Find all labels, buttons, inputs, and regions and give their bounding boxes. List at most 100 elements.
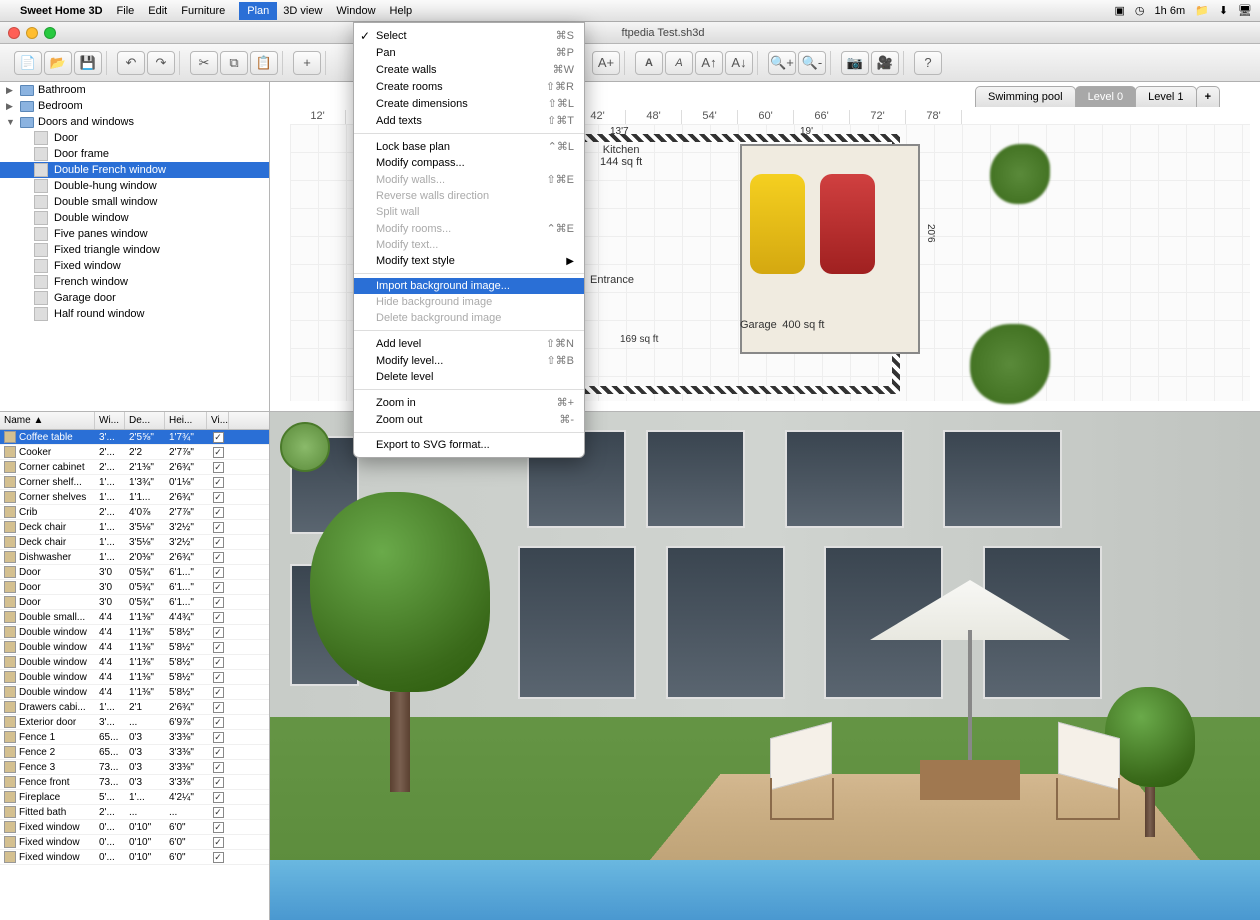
menu-help[interactable]: Help [390,5,413,17]
display-icon[interactable]: 🖥 [1238,4,1252,17]
tab-level-0[interactable]: Level 0 [1075,86,1136,107]
table-row[interactable]: Double window4'41'1⅜"5'8½"✓ [0,670,269,685]
paste-button[interactable]: 📋 [250,51,278,75]
zoom-in-button[interactable]: 🔍+ [768,51,796,75]
table-row[interactable]: Double small...4'41'1⅜"4'4¾"✓ [0,610,269,625]
table-row[interactable]: Double window4'41'1⅜"5'8½"✓ [0,640,269,655]
table-row[interactable]: Fixed window0'...0'10"6'0"✓ [0,820,269,835]
catalog-item[interactable]: Fixed triangle window [0,242,269,258]
table-row[interactable]: Drawers cabi...1'...2'12'6¾"✓ [0,700,269,715]
folder-icon[interactable]: 📁 [1195,4,1209,17]
menu-item[interactable]: Export to SVG format... [354,437,584,453]
car-red[interactable] [820,174,875,274]
table-header[interactable]: Name ▲ Wi... De... Hei... Vi... [0,412,269,430]
menu-item[interactable]: Modify level...⇧⌘B [354,352,584,369]
menu-edit[interactable]: Edit [148,5,167,17]
redo-button[interactable]: ↷ [147,51,175,75]
3d-view[interactable] [270,412,1260,920]
col-visible[interactable]: Vi... [207,412,229,429]
menu-item[interactable]: Pan⌘P [354,44,584,61]
cut-button[interactable]: ✂ [190,51,218,75]
menu-item[interactable]: Add texts⇧⌘T [354,112,584,129]
catalog-folder[interactable]: ▶Bedroom [0,98,269,114]
menu-3dview[interactable]: 3D view [283,5,322,17]
table-row[interactable]: Coffee table3'...2'5⅝"1'7¾"✓ [0,430,269,445]
catalog-folder[interactable]: ▶Bathroom [0,82,269,98]
table-row[interactable]: Exterior door3'......6'9⅞"✓ [0,715,269,730]
app-name[interactable]: Sweet Home 3D [20,5,103,17]
menu-item[interactable]: Create dimensions⇧⌘L [354,95,584,112]
help-button[interactable]: ? [914,51,942,75]
menu-item[interactable]: Zoom in⌘+ [354,394,584,411]
table-row[interactable]: Double window4'41'1⅜"5'8½"✓ [0,655,269,670]
catalog-item[interactable]: Garage door [0,290,269,306]
table-row[interactable]: Deck chair1'...3'5⅛"3'2½"✓ [0,535,269,550]
table-row[interactable]: Double window4'41'1⅜"5'8½"✓ [0,685,269,700]
menu-item[interactable]: Import background image... [354,278,584,294]
catalog-item[interactable]: Double French window [0,162,269,178]
table-row[interactable]: Crib2'...4'0⅞2'7⅞"✓ [0,505,269,520]
menu-item[interactable]: Create rooms⇧⌘R [354,78,584,95]
menu-item[interactable]: Modify text style▶ [354,253,584,269]
table-row[interactable]: Cooker2'...2'22'7⅞"✓ [0,445,269,460]
catalog-item[interactable]: Fixed window [0,258,269,274]
tree-plan-1[interactable] [990,144,1050,204]
table-row[interactable]: Corner shelves1'...1'1...2'6¾"✓ [0,490,269,505]
car-yellow[interactable] [750,174,805,274]
table-row[interactable]: Double window4'41'1⅜"5'8½"✓ [0,625,269,640]
catalog-item[interactable]: French window [0,274,269,290]
clock-icon[interactable]: ◷ [1135,4,1145,17]
nav-compass[interactable] [280,422,330,472]
table-row[interactable]: Door3'00'5¾"6'1..."✓ [0,565,269,580]
add-text-button[interactable]: A+ [592,51,620,75]
table-row[interactable]: Fence 165...0'33'3⅜"✓ [0,730,269,745]
col-depth[interactable]: De... [125,412,165,429]
menu-item[interactable]: Create walls⌘W [354,61,584,78]
new-button[interactable]: 📄 [14,51,42,75]
photo-button[interactable]: 📷 [841,51,869,75]
menu-window[interactable]: Window [336,5,375,17]
menu-item[interactable]: Modify compass... [354,155,584,171]
bold-button[interactable]: A [635,51,663,75]
zoom-window-button[interactable] [44,27,56,39]
menu-item[interactable]: Select⌘S [354,27,584,44]
catalog-item[interactable]: Five panes window [0,226,269,242]
table-row[interactable]: Door3'00'5¾"6'1..."✓ [0,595,269,610]
table-row[interactable]: Deck chair1'...3'5⅛"3'2½"✓ [0,520,269,535]
col-height[interactable]: Hei... [165,412,207,429]
catalog-item[interactable]: Door frame [0,146,269,162]
tab-level-1[interactable]: Level 1 [1135,86,1196,107]
menu-furniture[interactable]: Furniture [181,5,225,17]
table-row[interactable]: Fence front73...0'33'3⅜"✓ [0,775,269,790]
table-row[interactable]: Fixed window0'...0'10"6'0"✓ [0,835,269,850]
table-row[interactable]: Door3'00'5¾"6'1..."✓ [0,580,269,595]
menu-item[interactable]: Delete level [354,369,584,385]
terminal-icon[interactable]: ▣ [1115,4,1125,17]
font-smaller-button[interactable]: A↓ [725,51,753,75]
table-row[interactable]: Fence 373...0'33'3⅜"✓ [0,760,269,775]
table-row[interactable]: Corner shelf...1'...1'3¾"0'1⅛"✓ [0,475,269,490]
col-name[interactable]: Name ▲ [0,412,95,429]
table-row[interactable]: Fitted bath2'.........✓ [0,805,269,820]
zoom-out-button[interactable]: 🔍- [798,51,826,75]
table-row[interactable]: Dishwasher1'...2'0⅜"2'6¾"✓ [0,550,269,565]
minimize-window-button[interactable] [26,27,38,39]
table-row[interactable]: Fence 265...0'33'3⅜"✓ [0,745,269,760]
close-window-button[interactable] [8,27,20,39]
undo-button[interactable]: ↶ [117,51,145,75]
copy-button[interactable]: ⧉ [220,51,248,75]
tree-plan-2[interactable] [970,324,1050,404]
menu-item[interactable]: Zoom out⌘- [354,411,584,428]
add-level-button[interactable]: + [1196,86,1220,107]
table-row[interactable]: Corner cabinet2'...2'1⅜"2'6¾"✓ [0,460,269,475]
catalog-tree[interactable]: ▶Bathroom▶Bedroom▼Doors and windows Door… [0,82,269,412]
menu-plan[interactable]: Plan [239,2,277,20]
menu-item[interactable]: Add level⇧⌘N [354,335,584,352]
italic-button[interactable]: A [665,51,693,75]
menu-item[interactable]: Lock base plan⌃⌘L [354,138,584,155]
catalog-item[interactable]: Double small window [0,194,269,210]
table-row[interactable]: Fireplace5'...1'...4'2¼"✓ [0,790,269,805]
save-button[interactable]: 💾 [74,51,102,75]
open-button[interactable]: 📂 [44,51,72,75]
catalog-item[interactable]: Door [0,130,269,146]
